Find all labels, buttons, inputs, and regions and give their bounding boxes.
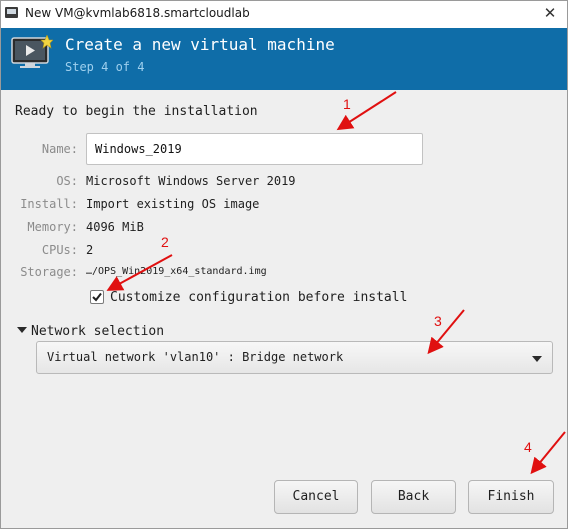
finish-button[interactable]: Finish bbox=[468, 480, 554, 514]
name-label: Name: bbox=[41, 142, 78, 156]
install-label: Install: bbox=[20, 197, 78, 211]
vm-name-input[interactable]: Windows_2019 bbox=[86, 133, 423, 165]
title-bar: New VM@kvmlab6818.smartcloudlab ✕ bbox=[1, 1, 567, 28]
memory-label: Memory: bbox=[27, 220, 78, 234]
wizard-heading: Create a new virtual machine bbox=[65, 35, 335, 54]
cpus-label: CPUs: bbox=[41, 243, 78, 257]
checkmark-icon bbox=[92, 292, 102, 302]
install-value: Import existing OS image bbox=[86, 197, 260, 211]
network-selection-label: Network selection bbox=[31, 324, 165, 339]
cancel-button[interactable]: Cancel bbox=[274, 480, 358, 514]
network-selection-expander[interactable]: Network selection bbox=[17, 324, 164, 339]
os-value: Microsoft Windows Server 2019 bbox=[86, 174, 296, 188]
new-vm-icon bbox=[11, 35, 53, 68]
cpus-value: 2 bbox=[86, 243, 94, 257]
dropdown-caret-icon bbox=[532, 356, 542, 362]
network-source-value: Virtual network 'vlan10' : Bridge networ… bbox=[47, 350, 344, 364]
customize-checkbox-label[interactable]: Customize configuration before install bbox=[110, 290, 407, 305]
virt-manager-app-icon bbox=[5, 7, 18, 18]
annotation-number-1: 1 bbox=[343, 96, 351, 112]
window-title: New VM@kvmlab6818.smartcloudlab bbox=[25, 6, 250, 20]
wizard-step: Step 4 of 4 bbox=[65, 60, 145, 74]
annotation-number-3: 3 bbox=[434, 313, 442, 329]
os-label: OS: bbox=[56, 174, 78, 188]
network-source-dropdown[interactable]: Virtual network 'vlan10' : Bridge networ… bbox=[36, 341, 553, 374]
header-banner: Create a new virtual machine Step 4 of 4 bbox=[1, 28, 567, 90]
back-button[interactable]: Back bbox=[371, 480, 456, 514]
close-icon[interactable]: ✕ bbox=[541, 4, 559, 22]
annotation-number-2: 2 bbox=[161, 234, 169, 250]
expander-arrow-icon bbox=[17, 327, 27, 333]
annotation-number-4: 4 bbox=[524, 439, 532, 455]
new-vm-dialog: New VM@kvmlab6818.smartcloudlab ✕ Create… bbox=[0, 0, 568, 529]
memory-value: 4096 MiB bbox=[86, 220, 144, 234]
ready-message: Ready to begin the installation bbox=[15, 104, 258, 119]
storage-label: Storage: bbox=[20, 265, 78, 279]
customize-checkbox[interactable] bbox=[90, 290, 104, 304]
storage-value: …/OPS_Win2019_x64_standard.img bbox=[86, 266, 267, 277]
